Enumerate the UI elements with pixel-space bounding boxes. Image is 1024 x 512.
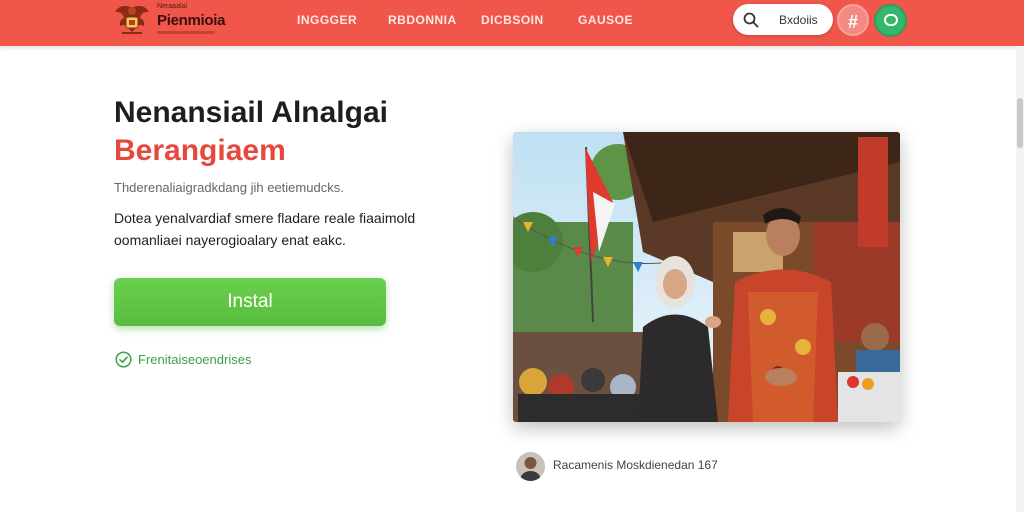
search-label: Bxdoiis — [779, 13, 818, 27]
photo-caption: Racamenis Moskdienedan 167 — [553, 458, 718, 472]
nav-item-3[interactable]: DICBSOIN — [481, 13, 544, 27]
search-button[interactable]: Bxdoiis — [733, 4, 833, 35]
feature-check-label[interactable]: Frenitaiseoendrises — [138, 352, 251, 367]
hash-button[interactable]: # — [837, 4, 869, 36]
top-navbar: Neraaalal Pienmioia INGGGER RBDONNIA DIC… — [0, 0, 1024, 46]
brand-underline — [157, 31, 215, 34]
hero-title: Nenansiail Alnalgai — [114, 96, 388, 129]
author-avatar[interactable] — [516, 452, 545, 481]
nav-item-2[interactable]: RBDONNIA — [388, 13, 457, 27]
hash-icon: # — [847, 12, 858, 32]
search-icon — [743, 12, 759, 28]
hero-subtitle: Berangiaem — [114, 134, 286, 167]
chat-button[interactable] — [874, 4, 907, 37]
brand-name[interactable]: Pienmioia — [157, 12, 225, 29]
hero-photo — [513, 132, 900, 422]
chat-icon — [884, 14, 898, 26]
hero-tagline: Thderenaliaigradkdang jih eetiemudcks. — [114, 180, 344, 195]
nav-item-4[interactable]: GAUSOE — [578, 13, 633, 27]
page-scrollbar[interactable] — [1016, 46, 1024, 512]
hero-description-line-1: Dotea yenalvardiaf smere fladare reale f… — [114, 210, 416, 226]
brand-tagline: Neraaalal — [157, 3, 187, 10]
garuda-logo-icon[interactable] — [112, 2, 152, 38]
nav-item-1[interactable]: INGGGER — [297, 13, 357, 27]
check-circle-icon — [115, 351, 132, 368]
hero-description-line-2: oomanliaei nayerogioalary enat eakc. — [114, 232, 346, 248]
scrollbar-thumb[interactable] — [1017, 98, 1023, 148]
install-button[interactable]: Instal — [114, 278, 386, 326]
